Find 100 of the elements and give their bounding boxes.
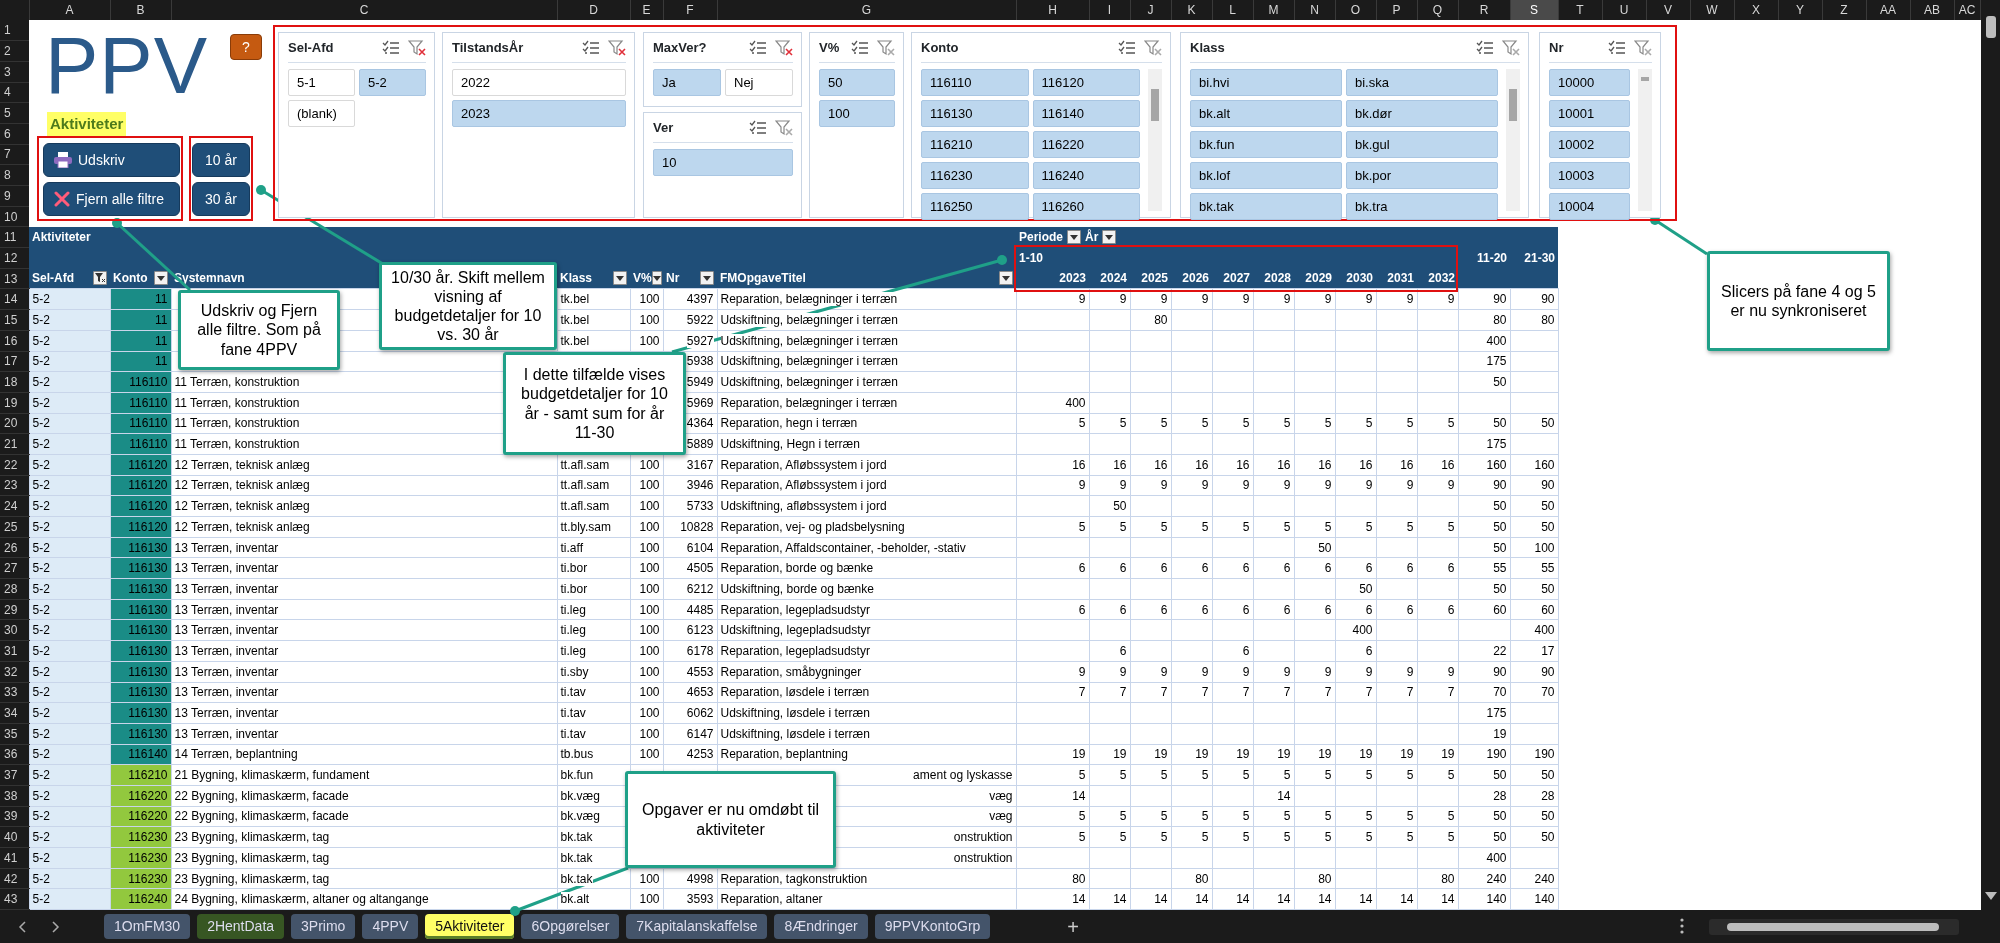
slicer-item[interactable]: Nej: [725, 69, 793, 96]
multi-select-icon[interactable]: [1608, 40, 1626, 55]
column-header[interactable]: Z: [1822, 0, 1866, 20]
clear-filter-icon[interactable]: [1634, 39, 1652, 56]
dropdown-button[interactable]: [700, 271, 714, 286]
clear-filter-icon[interactable]: [877, 39, 895, 56]
column-header[interactable]: N: [1294, 0, 1335, 20]
slicer-item[interactable]: 116230: [921, 162, 1029, 189]
scrollbar-thumb[interactable]: [1727, 923, 1939, 931]
column-header[interactable]: H: [1016, 0, 1089, 20]
sheet-tab[interactable]: 2HentData: [197, 914, 285, 939]
slicer-item[interactable]: 116250: [921, 193, 1029, 220]
vertical-scrollbar[interactable]: [1980, 0, 2000, 910]
scrollbar[interactable]: [1638, 69, 1652, 211]
slicer-item[interactable]: 10: [653, 149, 793, 176]
slicer-item[interactable]: 116240: [1032, 162, 1140, 189]
clear-filter-icon[interactable]: [608, 39, 626, 56]
column-header[interactable]: M: [1253, 0, 1294, 20]
slicer-item[interactable]: 116260: [1032, 193, 1140, 220]
dropdown-button[interactable]: [651, 271, 662, 286]
clear-filters-button[interactable]: Fjern alle filtre: [43, 182, 180, 216]
period-button[interactable]: 10 år: [192, 143, 250, 177]
column-header[interactable]: U: [1602, 0, 1646, 20]
sheet-tab[interactable]: 3Primo: [291, 914, 356, 939]
column-header[interactable]: X: [1734, 0, 1778, 20]
column-header[interactable]: L: [1212, 0, 1253, 20]
slicer-item[interactable]: bk.alt: [1190, 100, 1342, 127]
multi-select-icon[interactable]: [749, 120, 767, 135]
scrollbar-thumb[interactable]: [1151, 89, 1159, 121]
slicer-item[interactable]: Ja: [653, 69, 721, 96]
column-header[interactable]: T: [1558, 0, 1602, 20]
column-header[interactable]: E: [630, 0, 663, 20]
slicer-item[interactable]: 116210: [921, 131, 1029, 158]
dropdown-button[interactable]: [154, 271, 168, 286]
chevron-right-icon[interactable]: [52, 920, 60, 933]
slicer-item[interactable]: bk.lof: [1190, 162, 1342, 189]
filter-button[interactable]: [93, 271, 107, 286]
sheet-tab[interactable]: 5Aktiviteter: [425, 914, 515, 939]
scrollbar-thumb[interactable]: [1509, 89, 1517, 121]
slicer-item[interactable]: bk.tak: [1190, 193, 1342, 220]
slicer-item[interactable]: 116110: [921, 69, 1029, 96]
column-header[interactable]: W: [1690, 0, 1734, 20]
multi-select-icon[interactable]: [1476, 40, 1494, 55]
slicer-item[interactable]: 10001: [1549, 100, 1630, 127]
slicer-item[interactable]: 100: [819, 100, 895, 127]
slicer-item[interactable]: 116120: [1032, 69, 1140, 96]
slicer-item[interactable]: bi.hvi: [1190, 69, 1342, 96]
chevron-left-icon[interactable]: [18, 920, 26, 933]
slicer-item[interactable]: 10004: [1549, 193, 1630, 220]
clear-filter-icon[interactable]: [1144, 39, 1162, 56]
slicer-item[interactable]: 10003: [1549, 162, 1630, 189]
slicer-item[interactable]: 2022: [452, 69, 626, 96]
dropdown-button[interactable]: [613, 271, 627, 286]
multi-select-icon[interactable]: [851, 40, 869, 55]
clear-filter-icon[interactable]: [1502, 39, 1520, 56]
sheet-tab[interactable]: 1OmFM30: [104, 914, 191, 939]
slicer-item[interactable]: bk.gul: [1346, 131, 1498, 158]
sheet-tab[interactable]: 6Opgørelser: [521, 914, 620, 939]
slicer-item[interactable]: 116130: [921, 100, 1029, 127]
column-header[interactable]: O: [1335, 0, 1376, 20]
scroll-down-icon[interactable]: [1984, 892, 1997, 900]
column-header[interactable]: AB: [1910, 0, 1954, 20]
multi-select-icon[interactable]: [582, 40, 600, 55]
slicer-item[interactable]: 5-2: [359, 69, 426, 96]
print-button[interactable]: Udskriv: [43, 143, 180, 177]
column-header[interactable]: I: [1089, 0, 1130, 20]
slicer-item[interactable]: 50: [819, 69, 895, 96]
multi-select-icon[interactable]: [382, 40, 400, 55]
column-header[interactable]: K: [1171, 0, 1212, 20]
clear-filter-icon[interactable]: [775, 39, 793, 56]
multi-select-icon[interactable]: [1118, 40, 1136, 55]
slicer-item[interactable]: 5-1: [288, 69, 355, 96]
multi-select-icon[interactable]: [749, 40, 767, 55]
column-header[interactable]: R: [1458, 0, 1510, 20]
slicer-item[interactable]: bk.tra: [1346, 193, 1498, 220]
slicer-item[interactable]: bk.por: [1346, 162, 1498, 189]
column-header[interactable]: B: [110, 0, 171, 20]
column-header[interactable]: V: [1646, 0, 1690, 20]
sheet-tab[interactable]: 9PPVKontoGrp: [874, 914, 991, 939]
slicer-item[interactable]: 116140: [1032, 100, 1140, 127]
clear-filter-icon[interactable]: [408, 39, 426, 56]
scrollbar[interactable]: [1506, 69, 1520, 211]
slicer-item[interactable]: (blank): [288, 100, 355, 127]
dropdown-button[interactable]: [1102, 230, 1117, 245]
column-header[interactable]: Y: [1778, 0, 1822, 20]
clear-filter-icon[interactable]: [775, 119, 793, 136]
slicer-item[interactable]: bk.fun: [1190, 131, 1342, 158]
column-header[interactable]: C: [171, 0, 557, 20]
column-header[interactable]: Q: [1417, 0, 1458, 20]
period-button[interactable]: 30 år: [192, 182, 250, 216]
more-icon[interactable]: [1680, 918, 1684, 934]
sheet-tab[interactable]: 7Kapitalanskaffelse: [626, 914, 768, 939]
column-header[interactable]: AC: [1954, 0, 1980, 20]
column-header[interactable]: J: [1130, 0, 1171, 20]
slicer-item[interactable]: bk.dør: [1346, 100, 1498, 127]
sheet-tab[interactable]: 4PPV: [362, 914, 419, 939]
slicer-item[interactable]: 116220: [1032, 131, 1140, 158]
horizontal-scrollbar[interactable]: [1709, 919, 1959, 935]
slicer-item[interactable]: 2023: [452, 100, 626, 127]
column-header[interactable]: P: [1376, 0, 1417, 20]
